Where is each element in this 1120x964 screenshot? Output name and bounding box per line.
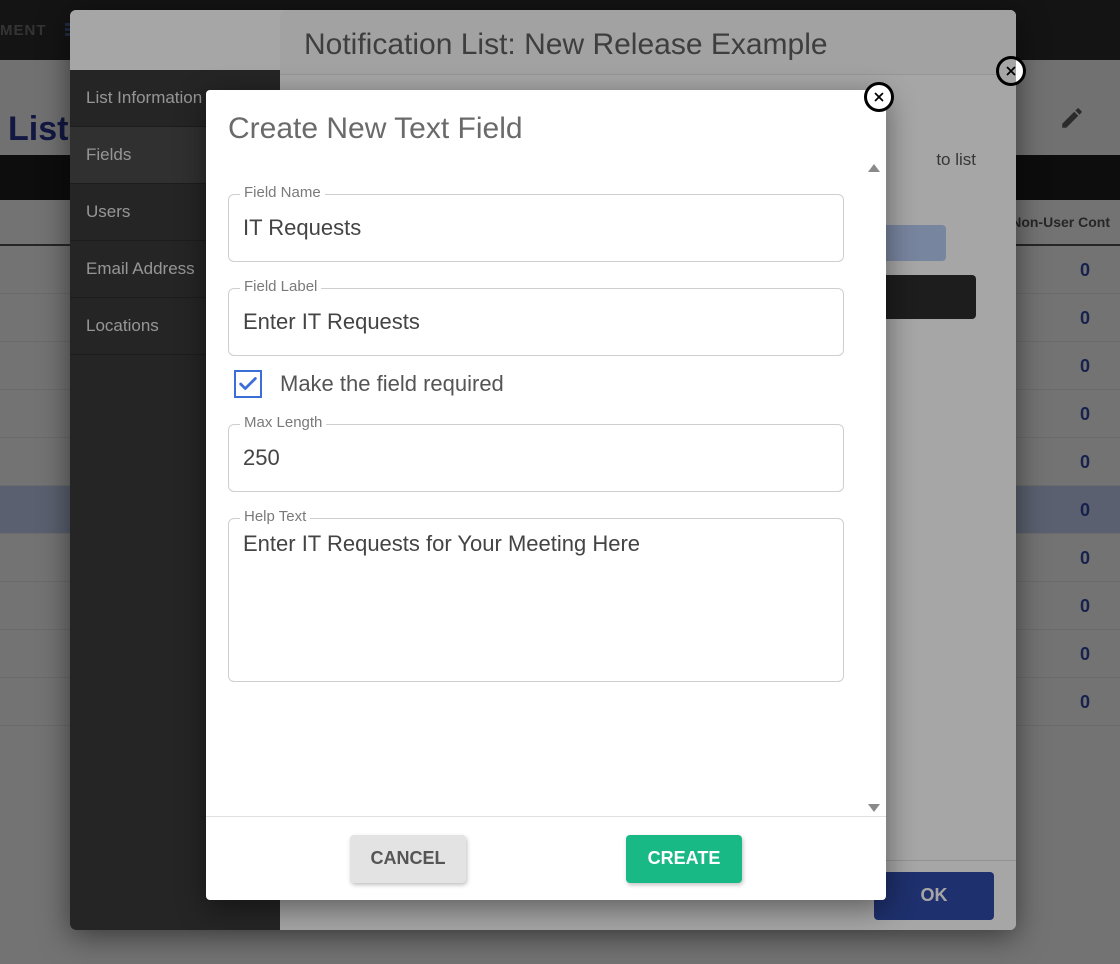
help-text-label: Help Text xyxy=(240,508,310,525)
dialog-footer: CANCEL CREATE xyxy=(206,816,886,900)
field-name-input[interactable] xyxy=(228,194,844,262)
help-text-input[interactable] xyxy=(228,518,844,682)
scroll-down-icon[interactable] xyxy=(868,804,880,812)
dialog-title: Create New Text Field xyxy=(206,90,886,164)
close-button[interactable] xyxy=(864,82,894,112)
field-label-input[interactable] xyxy=(228,288,844,356)
field-name-label: Field Name xyxy=(240,184,325,201)
dialog-body: Field Name Field Label Make the field re… xyxy=(206,164,886,816)
max-length-label: Max Length xyxy=(240,414,326,431)
field-label-label: Field Label xyxy=(240,278,321,295)
scroll-up-icon[interactable] xyxy=(868,164,880,172)
create-button[interactable]: CREATE xyxy=(626,835,742,883)
cancel-button[interactable]: CANCEL xyxy=(350,835,466,883)
required-checkbox[interactable] xyxy=(234,370,262,398)
required-label: Make the field required xyxy=(280,371,504,397)
max-length-input[interactable] xyxy=(228,424,844,492)
create-text-field-modal: Create New Text Field Field Name Field L… xyxy=(206,90,886,900)
